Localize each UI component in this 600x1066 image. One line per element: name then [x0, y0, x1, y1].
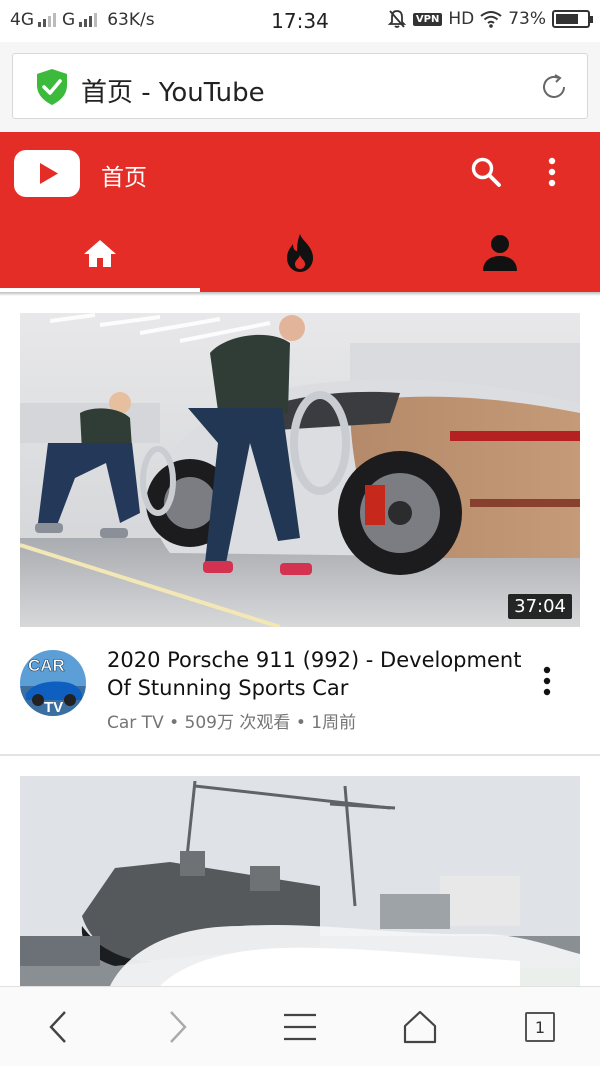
tab-home[interactable] [0, 214, 200, 292]
browser-bottom-bar: 1 [0, 986, 600, 1066]
address-bar[interactable]: 首页 - YouTube [12, 53, 588, 119]
page-title: 首页 - YouTube [81, 78, 265, 108]
video-thumbnail-image [20, 313, 580, 627]
video-title[interactable]: 2020 Porsche 911 (992) - Development Of … [107, 646, 527, 702]
tab-bar [0, 214, 600, 292]
menu-icon [284, 1013, 316, 1041]
video-thumbnail[interactable]: 37:04 [20, 313, 580, 627]
channel-avatar[interactable]: CAR TV [20, 650, 86, 716]
video-thumbnail-image [20, 776, 580, 986]
status-bar: 4G G 63K/s 17:34 VPN HD 73% [0, 0, 600, 42]
back-button[interactable] [38, 1007, 78, 1047]
svg-text:TV: TV [44, 699, 63, 716]
svg-text:CAR: CAR [28, 656, 65, 675]
video-meta: Car TV • 509万 次观看 • 1周前 [107, 708, 356, 733]
video-duration: 37:04 [508, 594, 572, 619]
fire-icon [287, 234, 313, 272]
tabs-button[interactable]: 1 [520, 1007, 560, 1047]
tab-count: 1 [534, 1017, 546, 1037]
header-shadow [0, 292, 600, 296]
account-icon [483, 235, 517, 271]
video-more-icon[interactable] [540, 665, 554, 697]
battery-icon [552, 10, 593, 28]
meta-separator: • [295, 713, 306, 733]
card-divider [0, 754, 600, 756]
youtube-header: 首页 [0, 132, 600, 214]
video-thumbnail[interactable] [20, 776, 580, 986]
tab-trending[interactable] [200, 214, 400, 292]
header-title: 首页 [101, 165, 147, 191]
browser-toolbar: 首页 - YouTube [0, 42, 600, 132]
forward-icon [170, 1011, 187, 1043]
view-count: 509万 次观看 [184, 713, 291, 733]
home-icon [403, 1010, 437, 1044]
forward-button[interactable] [158, 1007, 198, 1047]
menu-button[interactable] [280, 1007, 320, 1047]
channel-avatar-image: CAR TV [20, 650, 86, 716]
wifi-icon [480, 11, 502, 28]
tabs-icon: 1 [525, 1012, 555, 1042]
screen: 4G G 63K/s 17:34 VPN HD 73% 首页 - YouTube… [0, 0, 600, 1066]
upload-age: 1周前 [311, 713, 357, 733]
tab-account[interactable] [400, 214, 600, 292]
browser-home-button[interactable] [400, 1007, 440, 1047]
more-vert-icon[interactable] [540, 156, 564, 188]
meta-separator: • [169, 713, 180, 733]
reload-icon[interactable] [539, 72, 569, 102]
vpn-badge: VPN [412, 12, 443, 26]
search-icon[interactable] [470, 156, 502, 188]
back-icon [49, 1011, 66, 1043]
channel-name[interactable]: Car TV [107, 713, 164, 733]
battery-percent: 73% [508, 9, 546, 29]
hd-indicator: HD [448, 9, 475, 29]
shield-check-icon [37, 69, 67, 105]
mute-bell-icon [387, 10, 407, 28]
home-icon [84, 240, 116, 267]
youtube-logo-icon[interactable] [14, 150, 80, 197]
